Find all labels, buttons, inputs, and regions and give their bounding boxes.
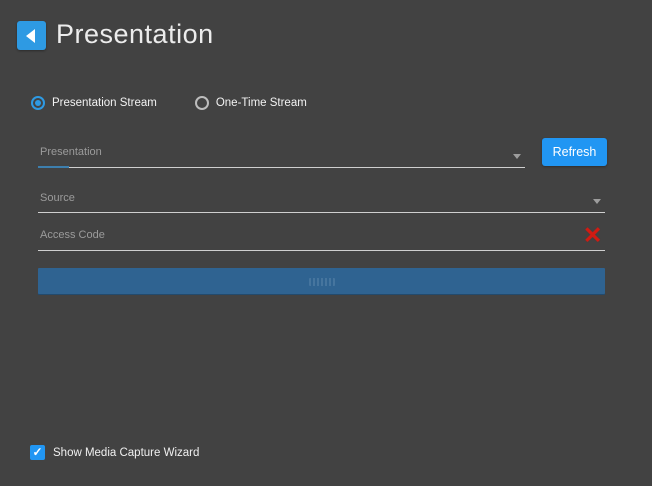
show-wizard-checkbox-row[interactable]: ✓ Show Media Capture Wizard (30, 445, 199, 460)
source-placeholder: Source (40, 192, 75, 204)
radio-one-time-stream[interactable]: One-Time Stream (195, 96, 307, 110)
back-arrow-icon (26, 29, 35, 43)
radio-selected-icon[interactable] (31, 96, 45, 110)
field-underline-accent (38, 166, 69, 168)
submit-button[interactable] (38, 268, 605, 295)
chevron-down-icon[interactable] (593, 199, 601, 204)
access-code-field[interactable]: Access Code (38, 229, 605, 251)
page-title: Presentation (56, 19, 214, 50)
stream-type-radio-group: Presentation Stream One-Time Stream (31, 96, 307, 110)
checkbox-checked-icon[interactable]: ✓ (30, 445, 45, 460)
submit-button-ghost-text (309, 278, 335, 286)
presentation-window: Presentation Presentation Stream One-Tim… (0, 0, 652, 486)
presentation-dropdown[interactable]: Presentation (38, 146, 525, 168)
show-wizard-checkbox-label: Show Media Capture Wizard (53, 447, 199, 459)
field-underline (38, 250, 605, 251)
access-code-placeholder: Access Code (40, 229, 105, 241)
radio-label: One-Time Stream (216, 97, 307, 109)
radio-label: Presentation Stream (52, 97, 157, 109)
presentation-placeholder: Presentation (40, 146, 102, 158)
back-button[interactable] (17, 21, 46, 50)
checkmark-icon: ✓ (32, 446, 42, 458)
chevron-down-icon[interactable] (513, 154, 521, 159)
refresh-button[interactable]: Refresh (542, 138, 607, 166)
field-underline (38, 212, 605, 213)
source-dropdown[interactable]: Source (38, 192, 605, 213)
radio-presentation-stream[interactable]: Presentation Stream (31, 96, 157, 110)
x-mark-icon: ✕ (583, 224, 602, 247)
field-underline (38, 167, 525, 168)
radio-unselected-icon[interactable] (195, 96, 209, 110)
